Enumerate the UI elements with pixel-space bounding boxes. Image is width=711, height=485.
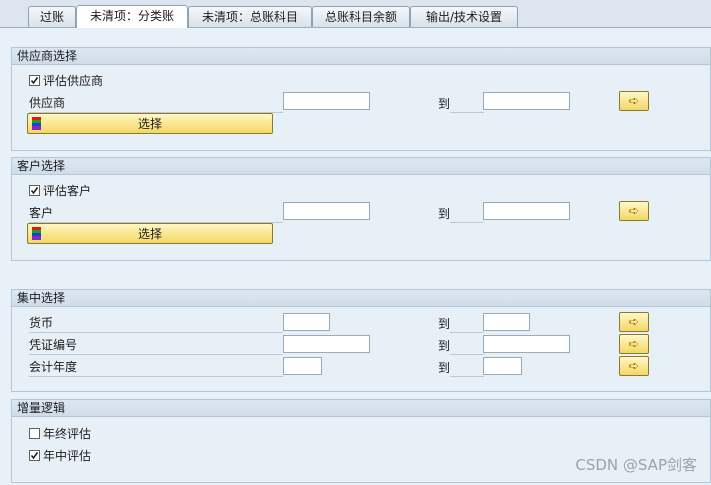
central-selection-title: 集中选择 [12, 290, 710, 307]
label-underline [450, 354, 484, 355]
customer-field-label: 客户 [29, 206, 54, 220]
document-number-from-input[interactable] [283, 335, 370, 353]
evaluate-vendor-label: 评估供应商 [43, 74, 104, 88]
year-end-evaluation-checkbox[interactable] [29, 428, 40, 439]
currency-multiple-selection-button[interactable]: ➪ [619, 312, 649, 332]
tab-strip: 过账 未清项：分类账 未清项：总账科目 总账科目余额 输出/技术设置 [0, 0, 711, 28]
customer-to-label: 到 [438, 207, 451, 221]
tab-open-items-gl-account[interactable]: 未清项：总账科目 [188, 6, 312, 27]
vendor-to-input[interactable] [483, 92, 570, 110]
fiscal-year-to-label: 到 [438, 361, 451, 375]
evaluate-customer-label: 评估客户 [43, 184, 92, 198]
currency-to-input[interactable] [483, 313, 530, 331]
document-number-label: 凭证编号 [29, 338, 78, 352]
customer-to-input[interactable] [483, 202, 570, 220]
tab-output-technical-settings[interactable]: 输出/技术设置 [410, 6, 518, 27]
currency-from-input[interactable] [283, 313, 330, 331]
label-underline [450, 376, 484, 377]
vendor-select-button-label: 选择 [137, 117, 162, 131]
vendor-to-label: 到 [438, 97, 451, 111]
watermark: CSDN @SAP剑客 [575, 456, 697, 474]
incremental-logic-title: 增量逻辑 [12, 400, 710, 417]
arrow-right-icon: ➪ [628, 358, 640, 374]
customer-multiple-selection-button[interactable]: ➪ [619, 201, 649, 221]
fiscal-year-label: 会计年度 [29, 360, 78, 374]
vendor-field-label: 供应商 [29, 96, 66, 110]
fiscal-year-from-input[interactable] [283, 357, 322, 375]
tab-gl-account-balance[interactable]: 总账科目余额 [312, 6, 410, 27]
customer-select-button[interactable]: 选择 [27, 223, 273, 244]
tab-posting[interactable]: 过账 [28, 6, 76, 27]
mid-year-evaluation-checkbox[interactable] [29, 450, 40, 461]
year-end-evaluation-label: 年终评估 [43, 427, 92, 441]
vendor-selection-group: 供应商选择 评估供应商 供应商 到 ➪ 选择 [11, 47, 711, 151]
label-underline [29, 332, 283, 333]
arrow-right-icon: ➪ [628, 314, 640, 330]
fiscal-year-multiple-selection-button[interactable]: ➪ [619, 356, 649, 376]
mid-year-evaluation-label: 年中评估 [43, 449, 92, 463]
customer-select-button-label: 选择 [137, 227, 162, 241]
customer-selection-group: 客户选择 评估客户 客户 到 ➪ 选择 [11, 157, 711, 261]
arrow-right-icon: ➪ [628, 336, 640, 352]
vendor-select-button[interactable]: 选择 [27, 113, 273, 134]
checkmark-icon [30, 452, 39, 460]
document-number-multiple-selection-button[interactable]: ➪ [619, 334, 649, 354]
tab-open-items-ledger[interactable]: 未清项：分类账 [76, 5, 188, 28]
central-selection-group: 集中选择 货币 到 ➪ 凭证编号 到 ➪ 会计年度 到 ➪ [11, 289, 711, 392]
document-number-to-label: 到 [438, 339, 451, 353]
label-underline [450, 112, 484, 113]
label-underline [450, 222, 484, 223]
tab-content: 供应商选择 评估供应商 供应商 到 ➪ 选择 客户选择 评估客户 客户 到 ➪ … [0, 28, 711, 485]
customer-from-input[interactable] [283, 202, 370, 220]
vendor-multiple-selection-button[interactable]: ➪ [619, 91, 649, 111]
label-underline [29, 354, 283, 355]
currency-to-label: 到 [438, 317, 451, 331]
document-number-to-input[interactable] [483, 335, 570, 353]
vendor-selection-title: 供应商选择 [12, 48, 710, 65]
checkmark-icon [30, 187, 39, 195]
customer-selection-title: 客户选择 [12, 158, 710, 175]
vendor-from-input[interactable] [283, 92, 370, 110]
checkmark-icon [30, 77, 39, 85]
evaluate-vendor-checkbox[interactable] [29, 75, 40, 86]
fiscal-year-to-input[interactable] [483, 357, 522, 375]
currency-label: 货币 [29, 316, 54, 330]
arrow-right-icon: ➪ [628, 93, 640, 109]
evaluate-customer-checkbox[interactable] [29, 185, 40, 196]
label-underline [450, 332, 484, 333]
label-underline [29, 376, 283, 377]
arrow-right-icon: ➪ [628, 203, 640, 219]
